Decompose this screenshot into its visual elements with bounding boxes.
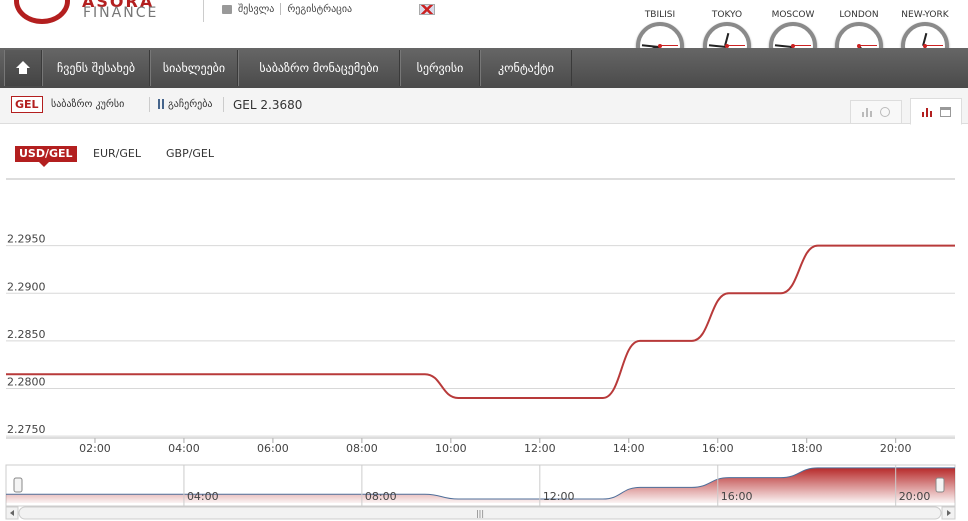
usd-gel-line [6, 244, 955, 400]
home-icon [16, 61, 30, 75]
account-divider [280, 3, 282, 15]
scroll-grip-icon: ||| [476, 509, 484, 518]
scroll-right-button[interactable] [941, 506, 956, 520]
second-hand [793, 45, 811, 46]
main-navigation: ჩვენს შესახებ სიახლეები საბაზრო მონაცემე… [0, 48, 968, 88]
navigator-tick-label: 16:00 [721, 490, 753, 503]
chart-bars-icon [862, 107, 874, 117]
x-tick-label: 08:00 [346, 442, 378, 455]
navigator-tick-label: 12:00 [543, 490, 575, 503]
navigator-frame [5, 464, 956, 507]
navigator-right-handle[interactable] [935, 477, 945, 493]
x-tick-label: 16:00 [702, 442, 734, 455]
intraday-view-button[interactable] [850, 100, 902, 124]
navigator-ticks: 04:00 08:00 12:00 16:00 20:00 [183, 465, 931, 506]
daily-view-button[interactable] [910, 98, 962, 125]
y-axis-labels: 2.2750 2.2800 2.2850 2.2900 2.2950 [7, 233, 46, 436]
x-tick-label: 20:00 [880, 442, 912, 455]
clock-city-label: TBILISI [644, 10, 676, 20]
second-hand [660, 45, 678, 46]
chart-grid [6, 245, 955, 437]
x-tick-label: 04:00 [168, 442, 200, 455]
x-tick-label: 14:00 [613, 442, 645, 455]
clock-city-label: MOSCOW [771, 10, 815, 20]
clock-city-label: NEW-YORK [901, 10, 949, 20]
x-axis-labels: 02:00 04:00 06:00 08:00 10:00 12:00 14:00 16:00… [6, 437, 955, 455]
toolbar-divider [149, 97, 150, 112]
home-button[interactable] [4, 50, 42, 86]
logo-bottom-text[interactable]: FINANCE [83, 5, 158, 21]
second-hand [727, 45, 745, 46]
y-tick-label: 2.2850 [7, 328, 46, 341]
nav-item-service[interactable]: სერვისი [400, 50, 480, 86]
y-tick-label: 2.2750 [7, 423, 46, 436]
nav-item-market-data[interactable]: საბაზრო მონაცემები [238, 50, 400, 86]
y-tick-label: 2.2900 [7, 280, 46, 293]
login-icon [222, 4, 232, 14]
navigator-area [6, 467, 955, 503]
scroll-arrows-icon [10, 510, 951, 516]
tab-gbp-gel[interactable]: GBP/GEL [166, 146, 214, 162]
account-links: შესვლა რეგისტრაცია [222, 3, 352, 15]
second-hand [925, 45, 943, 46]
toolbar-divider [223, 97, 224, 112]
calendar-icon [939, 106, 951, 117]
register-link[interactable]: რეგისტრაცია [287, 4, 352, 15]
x-tick-label: 06:00 [257, 442, 289, 455]
y-tick-label: 2.2950 [7, 233, 46, 246]
x-tick-label: 12:00 [524, 442, 556, 455]
market-rate-link[interactable]: საბაზრო კურსი [51, 99, 124, 110]
current-rate: GEL 2.3680 [233, 98, 303, 112]
logo-icon[interactable] [14, 0, 70, 24]
navigator-tick-label: 20:00 [899, 490, 931, 503]
nav-item-news[interactable]: სიახლეები [150, 50, 238, 86]
header-divider [203, 0, 204, 22]
rate-toolbar: GEL საბაზრო კურსი გაჩერება GEL 2.3680 [0, 88, 968, 124]
clock-city-label: TOKYO [711, 10, 743, 20]
nav-item-contact[interactable]: კონტაქტი [480, 50, 572, 86]
clock-icon [880, 107, 890, 117]
pause-button[interactable]: გაჩერება [168, 99, 212, 110]
scroll-left-button[interactable] [5, 506, 19, 520]
tab-eur-gel[interactable]: EUR/GEL [93, 146, 141, 162]
chart-bars-icon [921, 107, 934, 117]
pause-icon[interactable] [158, 99, 164, 109]
navigator-tick-label: 04:00 [187, 490, 219, 503]
login-link[interactable]: შესვლა [238, 4, 274, 15]
currency-badge[interactable]: GEL [11, 96, 43, 113]
nav-item-about[interactable]: ჩვენს შესახებ [42, 50, 150, 86]
tab-usd-gel[interactable]: USD/GEL [15, 146, 77, 167]
x-tick-label: 10:00 [435, 442, 467, 455]
range-navigator: 04:00 08:00 12:00 16:00 20:00 ||| [5, 464, 956, 520]
x-tick-label: 02:00 [79, 442, 111, 455]
navigator-line [6, 467, 955, 500]
navigator-tick-label: 08:00 [365, 490, 397, 503]
navigator-scrollbar[interactable] [18, 506, 942, 520]
english-flag-icon[interactable] [419, 4, 435, 15]
clock-city-label: LONDON [839, 10, 879, 20]
second-hand [859, 45, 877, 46]
navigator-left-handle[interactable] [13, 477, 23, 493]
y-tick-label: 2.2800 [7, 375, 46, 388]
x-tick-label: 18:00 [791, 442, 823, 455]
